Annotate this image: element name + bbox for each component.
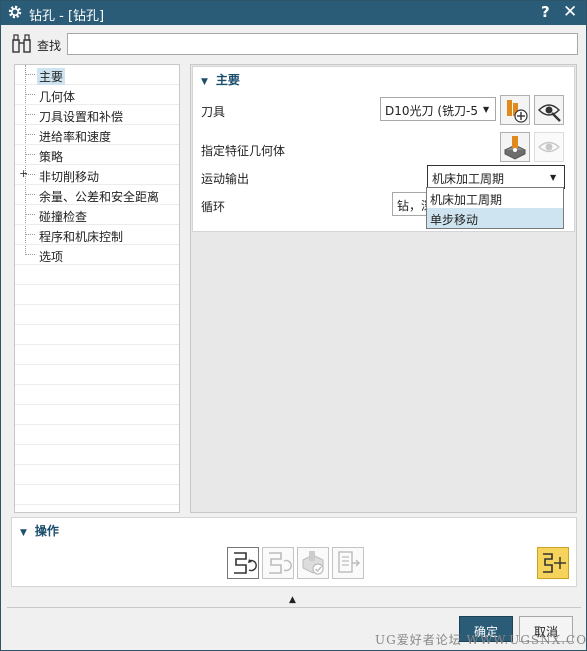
tree-item[interactable]: + 非切削移动 <box>15 165 179 185</box>
tree-item[interactable]: 余量、公差和安全距离 <box>15 185 179 205</box>
tree-item-label: 碰撞检查 <box>39 210 88 224</box>
tool-label: 刀具 <box>201 105 226 119</box>
new-tool-icon <box>507 100 528 123</box>
motion-output-label: 运动输出 <box>201 172 250 186</box>
tree-connector <box>25 194 35 195</box>
tree-item-label: 主要 <box>37 68 66 85</box>
footer-separator <box>7 607 581 608</box>
motion-output-dropdown-list: 机床加工周期 单步移动 <box>426 187 564 229</box>
tree-empty-row <box>15 465 179 485</box>
tree-connector <box>25 94 35 95</box>
tree-connector <box>25 134 35 135</box>
chevron-down-icon: ▼ <box>550 173 557 182</box>
tree-empty-row <box>15 285 179 305</box>
select-feature-geometry-button[interactable] <box>500 132 530 162</box>
new-tool-button[interactable] <box>500 95 530 125</box>
search-input[interactable] <box>67 33 578 55</box>
collapse-dialog-icon[interactable]: ▲ <box>289 595 296 605</box>
search-row: 查找 <box>7 31 581 59</box>
watermark: UG爱好者论坛 WWW.UGSNX.COM <box>375 633 587 647</box>
feature-geometry-label: 指定特征几何体 <box>201 144 286 158</box>
toolpath-axis-icon <box>543 553 566 573</box>
expand-icon[interactable]: + <box>19 167 28 180</box>
tool-dropdown-value: D10光刀 (铣刀-5 <box>385 104 478 118</box>
tree-empty-row <box>15 385 179 405</box>
tree-item[interactable]: 几何体 <box>15 85 179 105</box>
tree-empty-row <box>15 325 179 345</box>
wrench-edit-icon <box>538 104 561 122</box>
tree-empty-row <box>15 265 179 285</box>
main-group-header[interactable]: ▼ 主要 <box>201 71 240 88</box>
eye-icon <box>537 141 561 153</box>
cycle-label: 循环 <box>201 200 226 214</box>
tree-connector <box>25 154 35 155</box>
tool-dropdown[interactable]: D10光刀 (铣刀-5 ▼ <box>380 97 496 121</box>
tree-empty-row <box>15 365 179 385</box>
collapse-triangle-icon: ▼ <box>20 528 27 538</box>
tree-connector <box>25 214 35 215</box>
tree-connector <box>25 74 35 75</box>
operations-group: ▼ 操作 <box>11 517 577 587</box>
generate-toolpath-button[interactable] <box>227 547 259 579</box>
tree-empty-row <box>15 505 179 512</box>
motion-output-value: 机床加工周期 <box>432 172 505 186</box>
tree-empty-row <box>15 485 179 505</box>
toolpath-generate-icon <box>234 552 257 574</box>
tree-item[interactable]: 刀具设置和补偿 <box>15 105 179 125</box>
tree-item[interactable]: 程序和机床控制 <box>15 225 179 245</box>
toolpath-settings-button[interactable] <box>537 547 569 579</box>
tree-empty-row <box>15 445 179 465</box>
toolpath-replay-icon <box>269 552 292 574</box>
search-label: 查找 <box>37 39 62 53</box>
chevron-down-icon: ▼ <box>483 105 490 114</box>
toolpath-list-icon <box>338 551 360 573</box>
tree-item-label: 选项 <box>39 250 64 264</box>
tree-item[interactable]: 策略 <box>15 145 179 165</box>
motion-output-option[interactable]: 单步移动 <box>427 208 563 228</box>
binoculars-icon <box>12 34 31 53</box>
close-button[interactable]: ✕ <box>563 2 577 22</box>
dialog-window: 钻孔 - [钻孔] ? ✕ 查找 主要几何体刀具设置和补偿 进给率和速度 策略 + 非切… <box>0 0 587 651</box>
tree-item-label: 策略 <box>39 150 64 164</box>
tree-item[interactable]: 碰撞检查 <box>15 205 179 225</box>
feature-geometry-icon <box>503 136 527 160</box>
collapse-triangle-icon: ▼ <box>201 77 208 87</box>
verify-toolpath-button[interactable] <box>297 547 329 579</box>
tree-connector <box>25 114 35 115</box>
tree-empty-row <box>15 305 179 325</box>
tree-item-label: 几何体 <box>39 90 76 104</box>
navigation-tree: 主要几何体刀具设置和补偿 进给率和速度 策略 + 非切削移动余量、公差和安全距离 碰撞检查… <box>14 64 180 513</box>
tree-item[interactable]: 选项 <box>15 245 179 265</box>
title-bar[interactable]: 钻孔 - [钻孔] ? ✕ <box>1 1 586 25</box>
replay-toolpath-button[interactable] <box>262 547 294 579</box>
motion-output-dropdown[interactable]: 机床加工周期 ▼ <box>427 165 565 189</box>
tree-item-label: 进给率和速度 <box>39 130 112 144</box>
tree-item-label: 刀具设置和补偿 <box>39 110 124 124</box>
tree-item-label: 余量、公差和安全距离 <box>39 190 160 204</box>
tree-item[interactable]: 主要 <box>15 65 179 85</box>
tree-connector <box>25 234 35 235</box>
display-geometry-button[interactable] <box>534 132 564 162</box>
edit-tool-button[interactable] <box>534 95 564 125</box>
help-button[interactable]: ? <box>541 3 550 21</box>
tree-empty-row <box>15 345 179 365</box>
tree-empty-row <box>15 425 179 445</box>
tree-empty-row <box>15 405 179 425</box>
window-title: 钻孔 - [钻孔] <box>29 9 105 24</box>
gear-icon <box>8 5 22 19</box>
tree-connector <box>25 254 35 255</box>
tree-item-label: 程序和机床控制 <box>39 230 124 244</box>
motion-output-option[interactable]: 机床加工周期 <box>427 188 563 208</box>
tree-item[interactable]: 进给率和速度 <box>15 125 179 145</box>
operations-group-header[interactable]: ▼ 操作 <box>20 522 59 539</box>
list-toolpath-button[interactable] <box>332 547 364 579</box>
tree-item-label: 非切削移动 <box>39 170 100 184</box>
verify-icon <box>302 551 324 575</box>
